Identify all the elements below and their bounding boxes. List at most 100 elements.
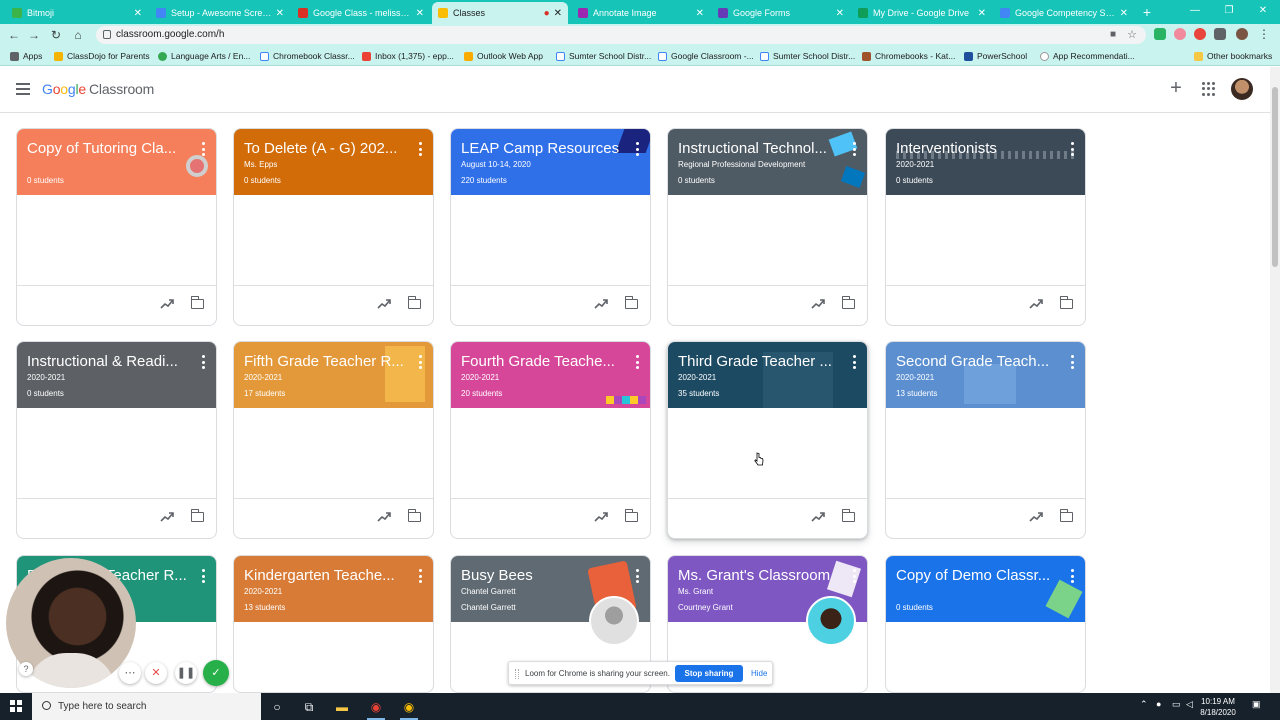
- address-bar[interactable]: classroom.google.com/h ■ ☆: [96, 26, 1146, 44]
- card-more-menu-icon[interactable]: [853, 569, 857, 583]
- folder-icon[interactable]: [1059, 509, 1073, 522]
- class-banner[interactable]: Copy of Tutoring Cla... 0 students: [17, 129, 216, 195]
- trending-up-icon[interactable]: [594, 511, 608, 523]
- notifications-icon[interactable]: ▣: [1252, 699, 1261, 710]
- browser-tab-forms[interactable]: Google Forms ✕: [712, 2, 850, 24]
- card-more-menu-icon[interactable]: [419, 569, 423, 583]
- folder-icon[interactable]: [624, 509, 638, 522]
- card-more-menu-icon[interactable]: [636, 569, 640, 583]
- browser-tab-drive[interactable]: My Drive - Google Drive ✕: [852, 2, 992, 24]
- browser-tab-annotate[interactable]: Annotate Image ✕: [572, 2, 710, 24]
- card-more-menu-icon[interactable]: [636, 142, 640, 156]
- extension-icon[interactable]: [1174, 28, 1186, 40]
- class-banner[interactable]: To Delete (A - G) 202... Ms. Epps 0 studen…: [234, 129, 433, 195]
- trending-up-icon[interactable]: [1029, 298, 1043, 310]
- chrome-extension-icon[interactable]: [1194, 28, 1206, 40]
- main-menu-icon[interactable]: [16, 83, 30, 95]
- hide-button[interactable]: Hide: [751, 669, 767, 678]
- folder-icon[interactable]: [841, 509, 855, 522]
- class-banner[interactable]: Fourth Grade Teache... 2020-2021 20 studen…: [451, 342, 650, 408]
- folder-icon[interactable]: [190, 296, 204, 309]
- help-icon[interactable]: ?: [19, 662, 33, 676]
- class-card[interactable]: Instructional & Readi... 2020-2021 0 stude…: [16, 341, 217, 539]
- class-title[interactable]: Instructional Technol...: [678, 140, 838, 157]
- drag-handle-icon[interactable]: [515, 669, 519, 679]
- class-title[interactable]: Busy Bees: [461, 567, 621, 584]
- class-banner[interactable]: Copy of Demo Classr... 0 students: [886, 556, 1085, 622]
- class-banner[interactable]: Kindergarten Teache... 2020-2021 13 studen…: [234, 556, 433, 622]
- reload-icon[interactable]: ↻: [48, 27, 64, 43]
- extension-icon[interactable]: [1154, 28, 1166, 40]
- card-more-menu-icon[interactable]: [202, 569, 206, 583]
- close-tab-icon[interactable]: ✕: [134, 8, 142, 19]
- chrome-taskbar-icon[interactable]: ◉: [367, 698, 385, 720]
- bookmark-item[interactable]: PowerSchool: [964, 49, 1027, 63]
- close-tab-icon[interactable]: ✕: [554, 8, 562, 19]
- class-card[interactable]: Copy of Tutoring Cla... 0 students: [16, 128, 217, 326]
- trending-up-icon[interactable]: [811, 511, 825, 523]
- card-more-menu-icon[interactable]: [1071, 569, 1075, 583]
- bookmark-item[interactable]: Chromebook Classr...: [260, 49, 355, 63]
- class-banner[interactable]: Instructional Technol... Regional Profess…: [668, 129, 867, 195]
- class-title[interactable]: Second Grade Teach...: [896, 353, 1056, 370]
- close-window-icon[interactable]: ✕: [1246, 2, 1280, 20]
- finish-recording-check-icon[interactable]: ✓: [203, 660, 229, 686]
- page-scrollbar[interactable]: [1270, 67, 1280, 693]
- bookmark-item[interactable]: Chromebooks - Kat...: [862, 49, 955, 63]
- bookmark-item[interactable]: Google Classroom -...: [658, 49, 754, 63]
- back-arrow-icon[interactable]: ←: [6, 27, 22, 43]
- task-view-icon[interactable]: ⧉: [300, 698, 318, 716]
- other-bookmarks[interactable]: Other bookmarks: [1194, 49, 1272, 63]
- browser-tab-gmail[interactable]: Google Class - melissa.epp✕: [292, 2, 430, 24]
- card-more-menu-icon[interactable]: [636, 355, 640, 369]
- folder-icon[interactable]: [841, 296, 855, 309]
- close-tab-icon[interactable]: ✕: [416, 8, 424, 19]
- class-title[interactable]: Copy of Demo Classr...: [896, 567, 1056, 584]
- class-banner[interactable]: LEAP Camp Resources August 10-14, 2020 220…: [451, 129, 650, 195]
- bookmark-apps[interactable]: Apps: [10, 49, 42, 63]
- bookmark-item[interactable]: Inbox (1,375) - epp...: [362, 49, 454, 63]
- trending-up-icon[interactable]: [594, 298, 608, 310]
- bookmark-star-icon[interactable]: ☆: [1127, 28, 1137, 41]
- cortana-icon[interactable]: ○: [268, 698, 286, 716]
- class-banner[interactable]: Third Grade Teacher ... 2020-2021 35 stude…: [668, 342, 867, 408]
- close-tab-icon[interactable]: ✕: [276, 8, 284, 19]
- class-title[interactable]: LEAP Camp Resources: [461, 140, 621, 157]
- trending-up-icon[interactable]: [377, 511, 391, 523]
- class-card[interactable]: LEAP Camp Resources August 10-14, 2020 220…: [450, 128, 651, 326]
- bookmark-item[interactable]: Sumter School Distr...: [760, 49, 855, 63]
- class-card[interactable]: Kindergarten Teache... 2020-2021 13 studen…: [233, 555, 434, 693]
- class-title[interactable]: To Delete (A - G) 202...: [244, 140, 404, 157]
- pause-recording-icon[interactable]: ❚❚: [175, 662, 197, 684]
- trending-up-icon[interactable]: [160, 298, 174, 310]
- card-more-menu-icon[interactable]: [202, 355, 206, 369]
- apps-grid-icon[interactable]: [1202, 82, 1216, 96]
- class-card[interactable]: Second Grade Teach... 2020-2021 13 student…: [885, 341, 1086, 539]
- bookmark-item[interactable]: Outlook Web App: [464, 49, 543, 63]
- mic-icon[interactable]: ●: [1156, 699, 1161, 709]
- bookmark-item[interactable]: App Recommendati...: [1040, 49, 1135, 63]
- class-title[interactable]: Fifth Grade Teacher R...: [244, 353, 404, 370]
- class-banner[interactable]: Instructional & Readi... 2020-2021 0 stude…: [17, 342, 216, 408]
- restore-window-icon[interactable]: ❐: [1212, 2, 1246, 20]
- camera-icon[interactable]: ■: [1110, 29, 1116, 40]
- close-tab-icon[interactable]: ✕: [1120, 8, 1128, 19]
- class-card[interactable]: Instructional Technol... Regional Profess…: [667, 128, 868, 326]
- file-explorer-icon[interactable]: ▬: [333, 698, 351, 716]
- class-card[interactable]: To Delete (A - G) 202... Ms. Epps 0 studen…: [233, 128, 434, 326]
- class-title[interactable]: Ms. Grant's Classroom: [678, 567, 838, 584]
- browser-tab-competency[interactable]: Google Competency Skills T✕: [994, 2, 1134, 24]
- class-title[interactable]: Copy of Tutoring Cla...: [27, 140, 187, 157]
- home-icon[interactable]: ⌂: [70, 27, 86, 43]
- browser-tab-classes[interactable]: Classes ● ✕: [432, 2, 568, 24]
- class-banner[interactable]: Fifth Grade Teacher R... 2020-2021 17 stud…: [234, 342, 433, 408]
- class-banner[interactable]: Interventionists 2020-2021 0 students: [886, 129, 1085, 195]
- browser-menu-icon[interactable]: ⋮: [1258, 27, 1270, 41]
- stop-sharing-button[interactable]: Stop sharing: [675, 665, 743, 682]
- bookmark-item[interactable]: Sumter School Distr...: [556, 49, 651, 63]
- folder-icon[interactable]: [407, 296, 421, 309]
- class-card[interactable]: Interventionists 2020-2021 0 students: [885, 128, 1086, 326]
- card-more-menu-icon[interactable]: [202, 142, 206, 156]
- card-more-menu-icon[interactable]: [1071, 355, 1075, 369]
- card-more-menu-icon[interactable]: [419, 355, 423, 369]
